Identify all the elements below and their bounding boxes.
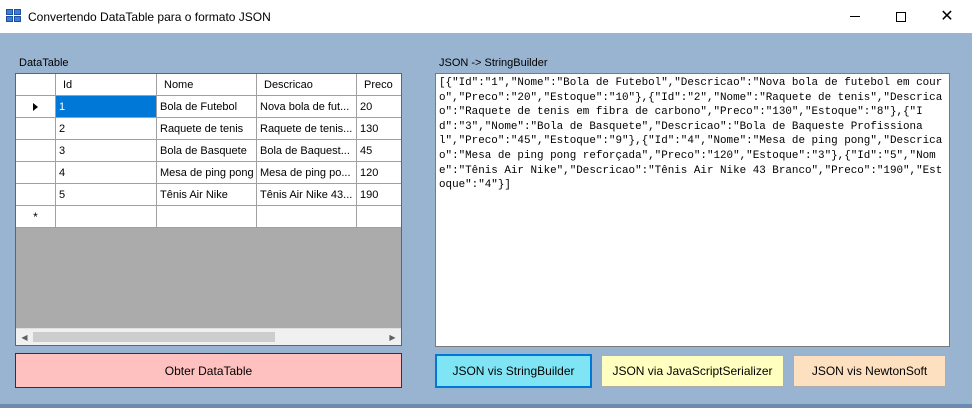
table-row[interactable]: 2 Raquete de tenis Raquete de tenis... 1… [16,118,401,140]
grid-cell-descricao[interactable]: Tênis Air Nike 43... [257,184,357,206]
row-header[interactable] [16,118,56,140]
column-header-descricao[interactable]: Descricao [257,74,357,96]
grid-cell-descricao[interactable]: Raquete de tenis... [257,118,357,140]
scrollbar-thumb[interactable] [33,332,275,342]
grid-cell-nome[interactable]: Bola de Basquete [157,140,257,162]
title-bar[interactable]: Convertendo DataTable para o formato JSO… [0,0,972,33]
grid-cell-id[interactable]: 4 [56,162,157,184]
minimize-button[interactable] [832,0,878,33]
grid-cell-id[interactable]: 1 [56,96,157,118]
grid-cell-descricao[interactable]: Nova bola de fut... [257,96,357,118]
json-stringbuilder-button[interactable]: JSON vis StringBuilder [435,354,592,388]
grid-cell-descricao[interactable]: Bola de Baquest... [257,140,357,162]
grid-cell-nome[interactable]: Mesa de ping pong [157,162,257,184]
new-row[interactable]: * [16,206,401,228]
obter-datatable-button[interactable]: Obter DataTable [15,353,402,388]
scroll-right-icon[interactable]: ▶ [384,329,401,345]
column-header-nome[interactable]: Nome [157,74,257,96]
grid-cell-nome[interactable] [157,206,257,228]
scroll-left-icon[interactable]: ◀ [16,329,33,345]
table-row[interactable]: 5 Tênis Air Nike Tênis Air Nike 43... 19… [16,184,401,206]
close-icon: ✕ [940,7,954,25]
grid-cell-preco[interactable]: 120 [357,162,401,184]
json-stringbuilder-label: JSON -> StringBuilder [439,57,548,69]
grid-cell-nome[interactable]: Bola de Futebol [157,96,257,118]
row-header[interactable] [16,96,56,118]
datatable-label: DataTable [19,57,69,69]
table-row[interactable]: 4 Mesa de ping pong Mesa de ping po... 1… [16,162,401,184]
grid-cell-id[interactable]: 2 [56,118,157,140]
json-javascriptserializer-button[interactable]: JSON via JavaScriptSerializer [601,355,784,387]
json-output-textbox[interactable]: [{"Id":"1","Nome":"Bola de Futebol","Des… [435,73,950,347]
grid-cell-preco[interactable]: 190 [357,184,401,206]
table-row[interactable]: 3 Bola de Basquete Bola de Baquest... 45 [16,140,401,162]
maximize-icon [896,11,906,22]
grid-cell-preco[interactable]: 130 [357,118,401,140]
datatable-grid[interactable]: Id Nome Descricao Preco 1 Bola de Futebo… [15,73,402,346]
json-newtonsoft-button[interactable]: JSON vis NewtonSoft [793,355,946,387]
new-row-star-icon: * [33,209,38,224]
row-header[interactable]: * [16,206,56,228]
grid-cell-descricao[interactable] [257,206,357,228]
column-header-id[interactable]: Id [56,74,157,96]
grid-cell-id[interactable] [56,206,157,228]
grid-cell-id[interactable]: 3 [56,140,157,162]
minimize-icon [850,16,860,17]
grid-cell-preco[interactable]: 20 [357,96,401,118]
current-row-arrow-icon [33,102,38,111]
row-header[interactable] [16,184,56,206]
close-button[interactable]: ✕ [924,0,970,33]
grid-header-row: Id Nome Descricao Preco [16,74,401,96]
window-title: Convertendo DataTable para o formato JSO… [28,10,271,24]
grid-cell-descricao[interactable]: Mesa de ping po... [257,162,357,184]
grid-cell-preco[interactable]: 45 [357,140,401,162]
horizontal-scrollbar[interactable]: ◀ ▶ [16,328,401,345]
grid-corner-header[interactable] [16,74,56,96]
column-header-preco[interactable]: Preco [357,74,401,96]
grid-cell-nome[interactable]: Tênis Air Nike [157,184,257,206]
grid-cell-id[interactable]: 5 [56,184,157,206]
grid-cell-nome[interactable]: Raquete de tenis [157,118,257,140]
grid-cell-preco[interactable] [357,206,401,228]
table-row[interactable]: 1 Bola de Futebol Nova bola de fut... 20 [16,96,401,118]
window-bottom-border [0,404,972,408]
row-header[interactable] [16,162,56,184]
app-window-icon [6,9,22,23]
row-header[interactable] [16,140,56,162]
maximize-button[interactable] [878,0,924,33]
